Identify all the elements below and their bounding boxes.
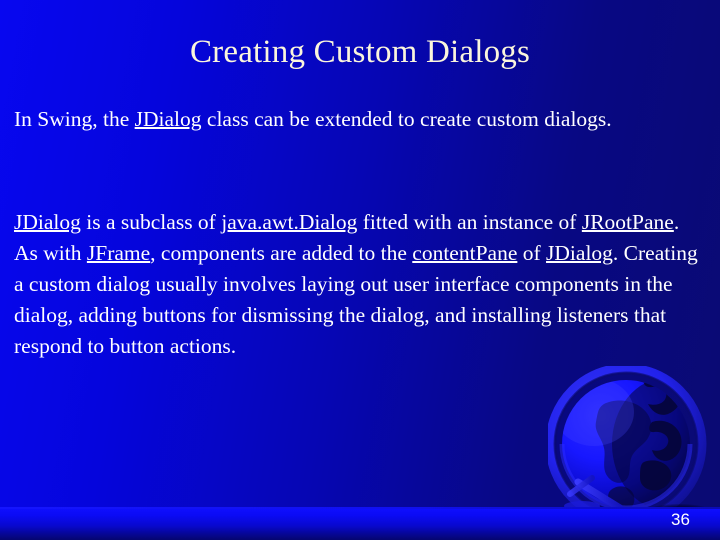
- slide-canvas: Creating Custom Dialogs In Swing, the JD…: [0, 0, 720, 540]
- floor-band: [0, 508, 720, 540]
- code-term: JDialog: [14, 210, 81, 234]
- text-run: is a subclass of: [80, 210, 222, 234]
- text-run: In Swing, the: [14, 107, 135, 131]
- text-run: of: [517, 241, 547, 265]
- text-run: , components are added to the: [150, 241, 413, 265]
- code-term: JRootPane: [581, 210, 674, 234]
- code-term: JDialog: [134, 107, 202, 131]
- code-term: contentPane: [412, 241, 518, 265]
- code-term: JFrame: [86, 241, 151, 265]
- paragraph-2-text: JDialog is a subclass of java.awt.Dialog…: [14, 207, 704, 362]
- body-paragraph-2: JDialog is a subclass of java.awt.Dialog…: [14, 207, 704, 362]
- paragraph-1-text: In Swing, the JDialog class can be exten…: [14, 104, 704, 135]
- slide-title: Creating Custom Dialogs: [189, 34, 531, 70]
- text-run: class can be extended to create custom d…: [201, 107, 612, 131]
- code-term: JDialog: [546, 241, 613, 265]
- paragraph-1-runs: In Swing, the JDialog class can be exten…: [14, 107, 612, 131]
- page-number: 36: [671, 510, 690, 529]
- floor-highlight: [0, 507, 720, 509]
- code-term: java.awt.Dialog: [221, 210, 358, 234]
- body-paragraph-1: In Swing, the JDialog class can be exten…: [14, 104, 704, 135]
- paragraph-2-runs: JDialog is a subclass of java.awt.Dialog…: [14, 210, 698, 358]
- text-run: fitted with an instance of: [357, 210, 582, 234]
